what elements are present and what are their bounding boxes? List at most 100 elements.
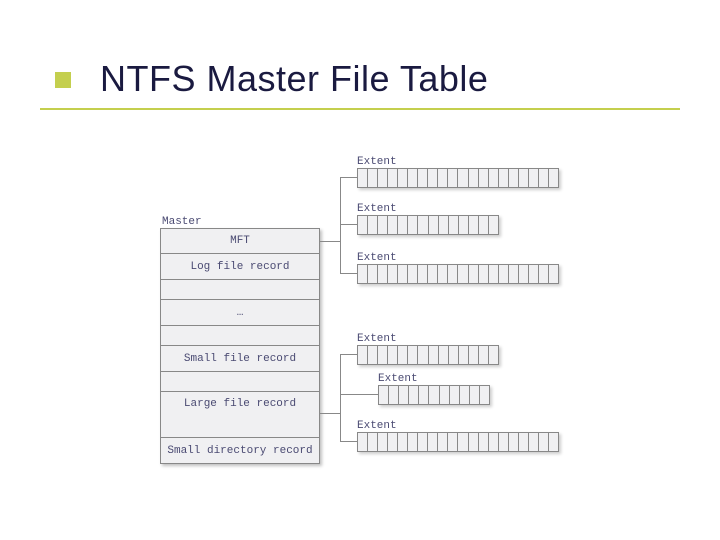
extent-cell xyxy=(368,169,378,187)
extent-cell xyxy=(408,169,418,187)
extent-label: Extent xyxy=(357,252,397,264)
extent-cell xyxy=(469,216,479,234)
extent-cell xyxy=(479,265,489,283)
mft-row-blank xyxy=(160,326,320,346)
extent-cell xyxy=(499,265,509,283)
extent-cell xyxy=(460,386,470,404)
extent-cell xyxy=(450,386,460,404)
extent-cell xyxy=(489,346,498,364)
extent-cell xyxy=(419,386,429,404)
extent-cell xyxy=(358,346,368,364)
extent-cell xyxy=(479,346,489,364)
extent-cell xyxy=(440,386,450,404)
extent-cell xyxy=(469,169,479,187)
extent-cell xyxy=(439,216,449,234)
extent-cell xyxy=(549,169,558,187)
extent-cell xyxy=(408,265,418,283)
mft-row-blank xyxy=(160,280,320,300)
extent-cell xyxy=(378,433,388,451)
extent-cell xyxy=(378,169,388,187)
extent-cell xyxy=(470,386,480,404)
extent-cell xyxy=(428,265,438,283)
extent-label: Extent xyxy=(357,156,397,168)
extent-cell xyxy=(358,433,368,451)
mft-row-mft: MFT xyxy=(160,228,320,254)
extent-cell xyxy=(378,216,388,234)
extent-bar xyxy=(357,345,499,365)
extent-bar xyxy=(357,264,559,284)
extent-cell xyxy=(388,433,398,451)
extent-cell xyxy=(539,265,549,283)
mft-row-log: Log file record xyxy=(160,254,320,280)
extent-cell xyxy=(458,433,468,451)
extent-cell xyxy=(459,346,469,364)
extent-bar xyxy=(357,168,559,188)
mft-row-label: … xyxy=(237,307,244,319)
extent-cell xyxy=(539,433,549,451)
mft-row-blank xyxy=(160,372,320,392)
extent-cell xyxy=(378,265,388,283)
extent-cell xyxy=(499,433,509,451)
extent-cell xyxy=(499,169,509,187)
extent-cell xyxy=(458,169,468,187)
extent-cell xyxy=(448,433,458,451)
mft-row-label: Log file record xyxy=(190,261,289,273)
extent-cell xyxy=(529,169,539,187)
extent-cell xyxy=(469,346,479,364)
extent-cell xyxy=(439,346,449,364)
extent-cell xyxy=(509,169,519,187)
connector-line xyxy=(340,273,357,274)
extent-cell xyxy=(529,265,539,283)
connector-line xyxy=(320,241,340,242)
extent-cell xyxy=(480,386,489,404)
extent-cell xyxy=(408,433,418,451)
extent-cell xyxy=(388,216,398,234)
extent-cell xyxy=(409,386,419,404)
extent-cell xyxy=(388,346,398,364)
extent-cell xyxy=(368,433,378,451)
mft-row-small-file: Small file record xyxy=(160,346,320,372)
connector-line xyxy=(340,394,378,395)
extent-cell xyxy=(428,433,438,451)
extent-cell xyxy=(388,169,398,187)
extent-cell xyxy=(509,433,519,451)
extent-cell xyxy=(398,265,408,283)
extent-cell xyxy=(418,216,428,234)
extent-cell xyxy=(519,265,529,283)
extent-cell xyxy=(549,265,558,283)
extent-cell xyxy=(458,265,468,283)
mft-row-label: MFT xyxy=(230,235,250,247)
extent-bar xyxy=(357,215,499,235)
extent-cell xyxy=(479,169,489,187)
connector-line xyxy=(340,354,341,442)
extent-cell xyxy=(509,265,519,283)
extent-cell xyxy=(418,265,428,283)
extent-cell xyxy=(448,169,458,187)
extent-cell xyxy=(448,265,458,283)
extent-cell xyxy=(429,386,439,404)
extent-cell xyxy=(438,433,448,451)
extent-cell xyxy=(368,346,378,364)
extent-cell xyxy=(449,346,459,364)
slide-title: NTFS Master File Table xyxy=(100,58,488,100)
extent-cell xyxy=(549,433,558,451)
title-bullet-icon xyxy=(55,72,71,88)
mft-row-large-file: Large file record xyxy=(160,392,320,438)
extent-cell xyxy=(379,386,389,404)
extent-cell xyxy=(389,386,399,404)
extent-cell xyxy=(398,346,408,364)
extent-cell xyxy=(428,169,438,187)
extent-cell xyxy=(438,169,448,187)
extent-cell xyxy=(429,346,439,364)
extent-cell xyxy=(479,216,489,234)
connector-line xyxy=(340,354,357,355)
extent-cell xyxy=(489,216,498,234)
extent-cell xyxy=(479,433,489,451)
extent-cell xyxy=(399,386,409,404)
extent-label: Extent xyxy=(357,203,397,215)
extent-cell xyxy=(459,216,469,234)
mft-table: MFT Log file record … Small file record … xyxy=(160,228,320,464)
extent-cell xyxy=(358,216,368,234)
connector-line xyxy=(340,224,357,225)
extent-cell xyxy=(368,265,378,283)
